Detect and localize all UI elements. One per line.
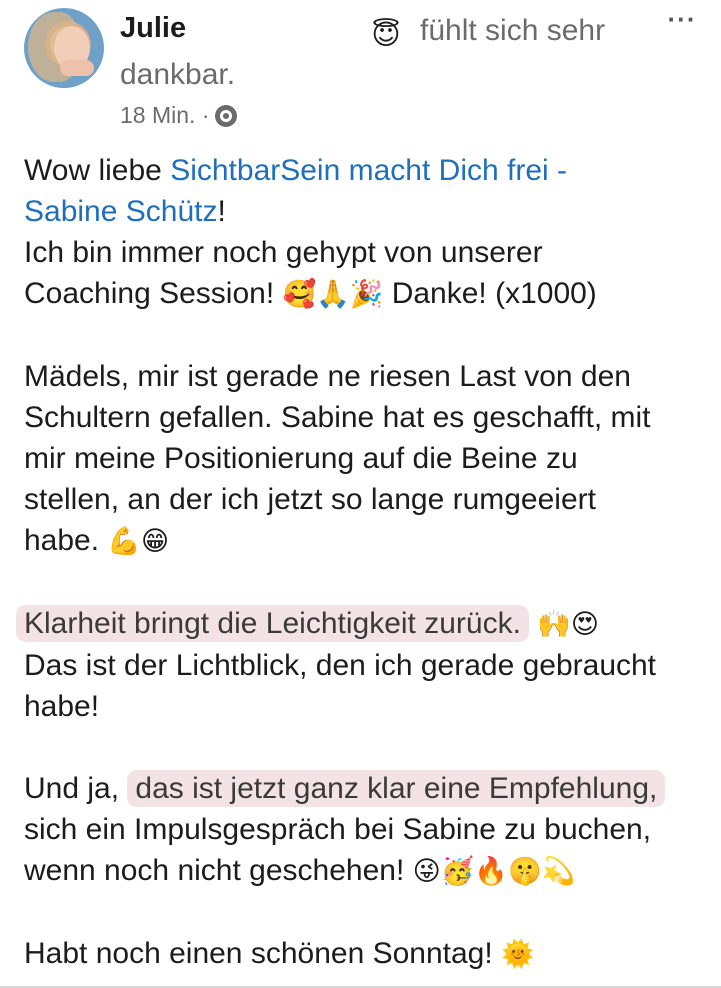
- highlighted-text: das ist jetzt ganz klar eine Empfehlung,: [127, 770, 666, 807]
- mention-link[interactable]: Sabine Schütz: [24, 195, 217, 228]
- paragraph-coaching: Ich bin immer noch gehypt von unserer Co…: [24, 236, 597, 310]
- emoji-group: 🙌😍: [537, 609, 600, 639]
- feeling-icon: 😇: [371, 18, 401, 50]
- audience-icon[interactable]: [215, 104, 238, 127]
- highlighted-text: Klarheit bringt die Leichtigkeit zurück.: [16, 605, 529, 642]
- emoji-group: 😜🥳🔥🤫💫: [412, 856, 576, 886]
- emoji-group: 🥰🙏🎉: [282, 279, 384, 309]
- post-meta: 18 Min. ·: [120, 102, 238, 129]
- post-body: Wow liebe SichtbarSein macht Dich frei -…: [16, 150, 714, 975]
- author-avatar[interactable]: [24, 8, 104, 88]
- author-name[interactable]: Julie: [120, 12, 186, 45]
- more-options-icon[interactable]: ···: [660, 6, 704, 34]
- post-time[interactable]: 18 Min. ·: [120, 102, 209, 129]
- avatar-hand: [60, 60, 94, 76]
- paragraph-greeting: Wow liebe SichtbarSein macht Dich frei -…: [24, 154, 567, 228]
- paragraph-positioning: Mädels, mir ist gerade ne riesen Last vo…: [24, 360, 651, 557]
- paragraph-recommendation: Und ja, das ist jetzt ganz klar eine Emp…: [24, 768, 714, 892]
- feeling-text-continued: dankbar.: [120, 58, 236, 91]
- paragraph-clarity: Klarheit bringt die Leichtigkeit zurück.…: [16, 603, 714, 727]
- emoji-group: 💪😁: [107, 526, 170, 556]
- post-header: Julie 😇 fühlt sich sehr dankbar. ··· 18 …: [0, 0, 721, 140]
- sun-emoji: 🌞: [501, 939, 535, 969]
- paragraph-closing: Habt noch einen schönen Sonntag! 🌞: [24, 937, 535, 970]
- mention-link[interactable]: SichtbarSein macht Dich frei -: [170, 154, 567, 187]
- feeling-text: fühlt sich sehr: [420, 14, 606, 47]
